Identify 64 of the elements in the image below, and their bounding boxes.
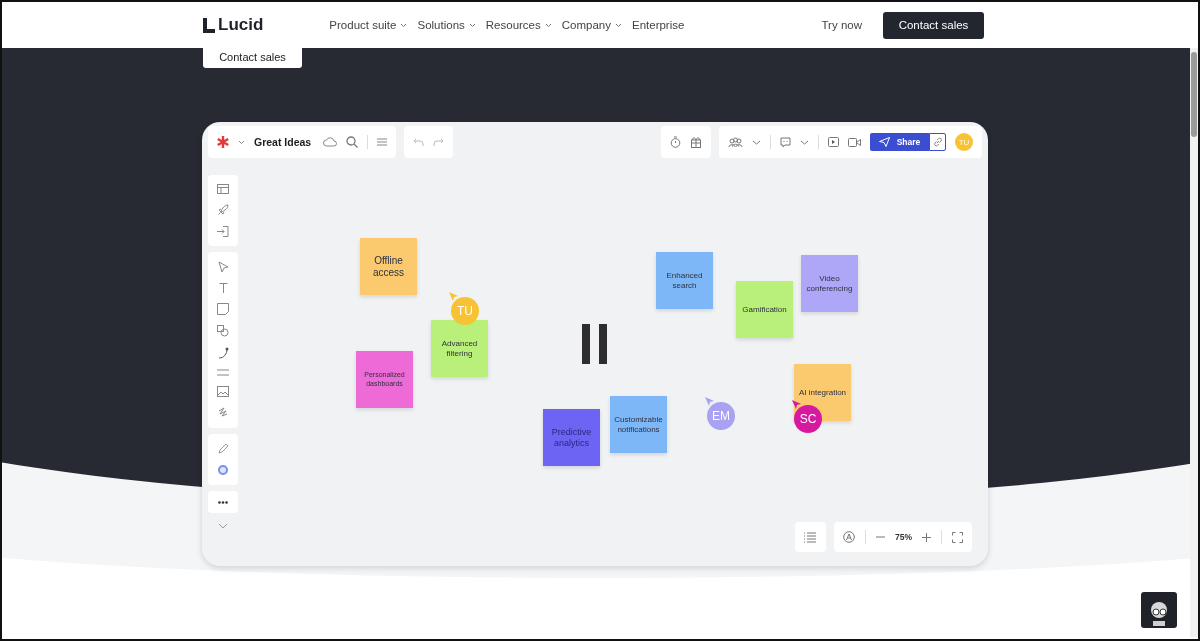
- pencil-icon[interactable]: [217, 443, 229, 454]
- cursor-arrow-icon: [449, 292, 458, 301]
- nav-menu-item[interactable]: Enterprise: [631, 19, 685, 31]
- more-icon: [218, 500, 228, 504]
- image-icon[interactable]: [217, 386, 229, 397]
- timer-icon[interactable]: [670, 136, 681, 148]
- pause-icon: [582, 324, 608, 364]
- comment-icon[interactable]: [780, 136, 791, 148]
- send-icon: [878, 137, 890, 147]
- sticky-note[interactable]: Advanced filtering: [431, 320, 488, 377]
- asterisk-logo-icon[interactable]: [217, 136, 229, 148]
- chat-assistant-button[interactable]: [1141, 592, 1177, 628]
- collaborator-cursor: SC: [794, 405, 822, 433]
- undo-icon[interactable]: [413, 137, 425, 147]
- template-icon[interactable]: [217, 184, 229, 194]
- sticky-note[interactable]: Offline access: [360, 238, 417, 295]
- caret-icon[interactable]: [752, 139, 761, 145]
- accessibility-icon[interactable]: [843, 531, 855, 543]
- text-icon[interactable]: [218, 283, 228, 293]
- shapes-icon[interactable]: [217, 325, 229, 337]
- cursor-arrow-icon: [792, 400, 801, 409]
- redo-icon[interactable]: [433, 137, 445, 147]
- nav-menu-item[interactable]: Resources: [485, 19, 552, 31]
- share-button[interactable]: Share: [870, 133, 929, 151]
- collaborator-cursor: EM: [707, 402, 735, 430]
- nav-menu-item[interactable]: Solutions: [417, 19, 476, 31]
- try-now-link[interactable]: Try now: [821, 19, 862, 31]
- video-camera-icon[interactable]: [848, 137, 861, 147]
- freehand-icon[interactable]: [217, 407, 229, 419]
- sticky-note[interactable]: Video conferencing: [801, 255, 858, 312]
- fullscreen-icon[interactable]: [952, 531, 963, 543]
- link-icon: [932, 137, 943, 147]
- gift-icon[interactable]: [690, 136, 702, 148]
- lucid-logo[interactable]: Lucid: [203, 15, 264, 35]
- connector-line-icon[interactable]: [217, 347, 229, 359]
- scrollbar[interactable]: [1190, 48, 1198, 637]
- sticky-note[interactable]: Enhanced search: [656, 252, 713, 309]
- search-icon[interactable]: [346, 136, 359, 148]
- collaborator-cursor: TU: [451, 297, 479, 325]
- list-icon: [804, 531, 817, 543]
- document-title[interactable]: Great Ideas: [254, 136, 312, 148]
- present-icon[interactable]: [828, 137, 839, 147]
- nav-menu-item[interactable]: Product suite: [329, 19, 408, 31]
- zoom-level: 75%: [895, 532, 912, 542]
- chevron-down-icon[interactable]: [218, 523, 228, 529]
- people-icon[interactable]: [728, 136, 743, 148]
- contact-sales-button[interactable]: Contact sales: [203, 46, 302, 68]
- rocket-icon[interactable]: [217, 204, 229, 216]
- caret-icon[interactable]: [238, 139, 245, 145]
- pointer-icon[interactable]: [217, 261, 229, 273]
- copy-link-button[interactable]: [929, 133, 946, 151]
- cursor-arrow-icon: [705, 397, 714, 406]
- contact-sales-button[interactable]: Contact sales: [883, 11, 984, 39]
- orb-icon[interactable]: [217, 464, 229, 476]
- caret-icon[interactable]: [800, 139, 809, 145]
- sticky-note[interactable]: Gamification: [736, 281, 793, 338]
- sticky-note[interactable]: Customizable notifications: [610, 396, 667, 453]
- cloud-icon[interactable]: [323, 137, 338, 147]
- nav-menu-item[interactable]: Company: [561, 19, 622, 31]
- more-button[interactable]: [208, 491, 238, 513]
- import-icon[interactable]: [217, 226, 229, 237]
- zoom-in-icon[interactable]: [922, 532, 931, 542]
- outline-button[interactable]: [795, 522, 826, 552]
- sticky-note-icon[interactable]: [217, 303, 229, 315]
